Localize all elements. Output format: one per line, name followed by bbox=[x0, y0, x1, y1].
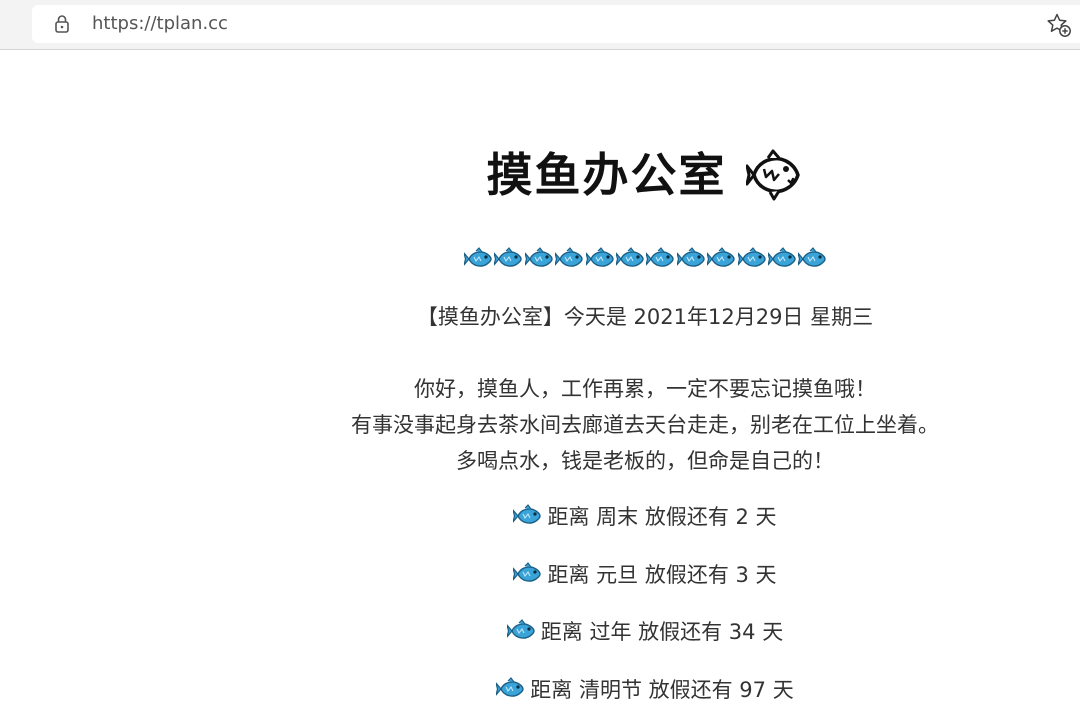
browser-toolbar: ) https://tplan.cc bbox=[0, 0, 1080, 50]
greeting-line-3: 多喝点水，钱是老板的，但命是自己的！ bbox=[456, 449, 834, 473]
add-favorite-icon[interactable] bbox=[1046, 12, 1072, 38]
title-row: 摸鱼办公室 bbox=[0, 147, 1080, 207]
countdown-new-year: 距离 元旦 放假还有 3 天 bbox=[0, 561, 1080, 589]
fish-icon bbox=[494, 247, 523, 267]
fish-icon bbox=[707, 247, 735, 267]
fish-icon bbox=[524, 247, 553, 267]
fish-icon bbox=[464, 247, 492, 267]
fish-icon bbox=[737, 247, 766, 267]
greeting-line-2: 有事没事起身去茶水间去廊道去天台走走，别老在工位上坐着。 bbox=[351, 413, 939, 437]
fish-icon bbox=[676, 247, 705, 267]
fish-icon bbox=[555, 247, 583, 267]
fish-icon bbox=[798, 247, 827, 267]
address-bar[interactable]: https://tplan.cc bbox=[32, 5, 1080, 43]
fish-icon bbox=[616, 247, 644, 267]
countdown-text: 距离 周末 放假还有 2 天 bbox=[547, 505, 777, 529]
fish-icon bbox=[496, 677, 524, 697]
countdown-text: 距离 元旦 放假还有 3 天 bbox=[547, 563, 777, 587]
page-title: 摸鱼办公室 bbox=[486, 148, 727, 202]
lock-icon[interactable] bbox=[52, 14, 72, 34]
greeting-line-1: 你好，摸鱼人，工作再累，一定不要忘记摸鱼哦！ bbox=[414, 377, 876, 401]
countdown-text: 距离 过年 放假还有 34 天 bbox=[540, 620, 784, 644]
fish-icon bbox=[768, 247, 796, 267]
countdown-weekend: 距离 周末 放假还有 2 天 bbox=[0, 503, 1080, 531]
url-text[interactable]: https://tplan.cc bbox=[92, 14, 228, 34]
fish-icon bbox=[506, 619, 535, 639]
fish-icon bbox=[646, 247, 675, 267]
countdown-spring-festival: 距离 过年 放假还有 34 天 bbox=[0, 618, 1080, 646]
fish-decoration-row bbox=[464, 247, 834, 273]
back-button-edge[interactable]: ) bbox=[0, 13, 6, 33]
countdown-text: 距离 清明节 放假还有 97 天 bbox=[530, 678, 794, 702]
fish-icon bbox=[745, 149, 800, 201]
countdown-qingming: 距离 清明节 放假还有 97 天 bbox=[0, 676, 1080, 704]
fish-icon bbox=[513, 562, 542, 582]
date-line: 【摸鱼办公室】今天是 2021年12月29日 星期三 bbox=[416, 305, 874, 329]
page-content: 摸鱼办公室 【摸鱼办公室】今天是 2021年12月29日 星期三 你好，摸鱼人，… bbox=[0, 51, 1080, 713]
fish-icon bbox=[513, 504, 542, 524]
fish-icon bbox=[585, 247, 614, 267]
